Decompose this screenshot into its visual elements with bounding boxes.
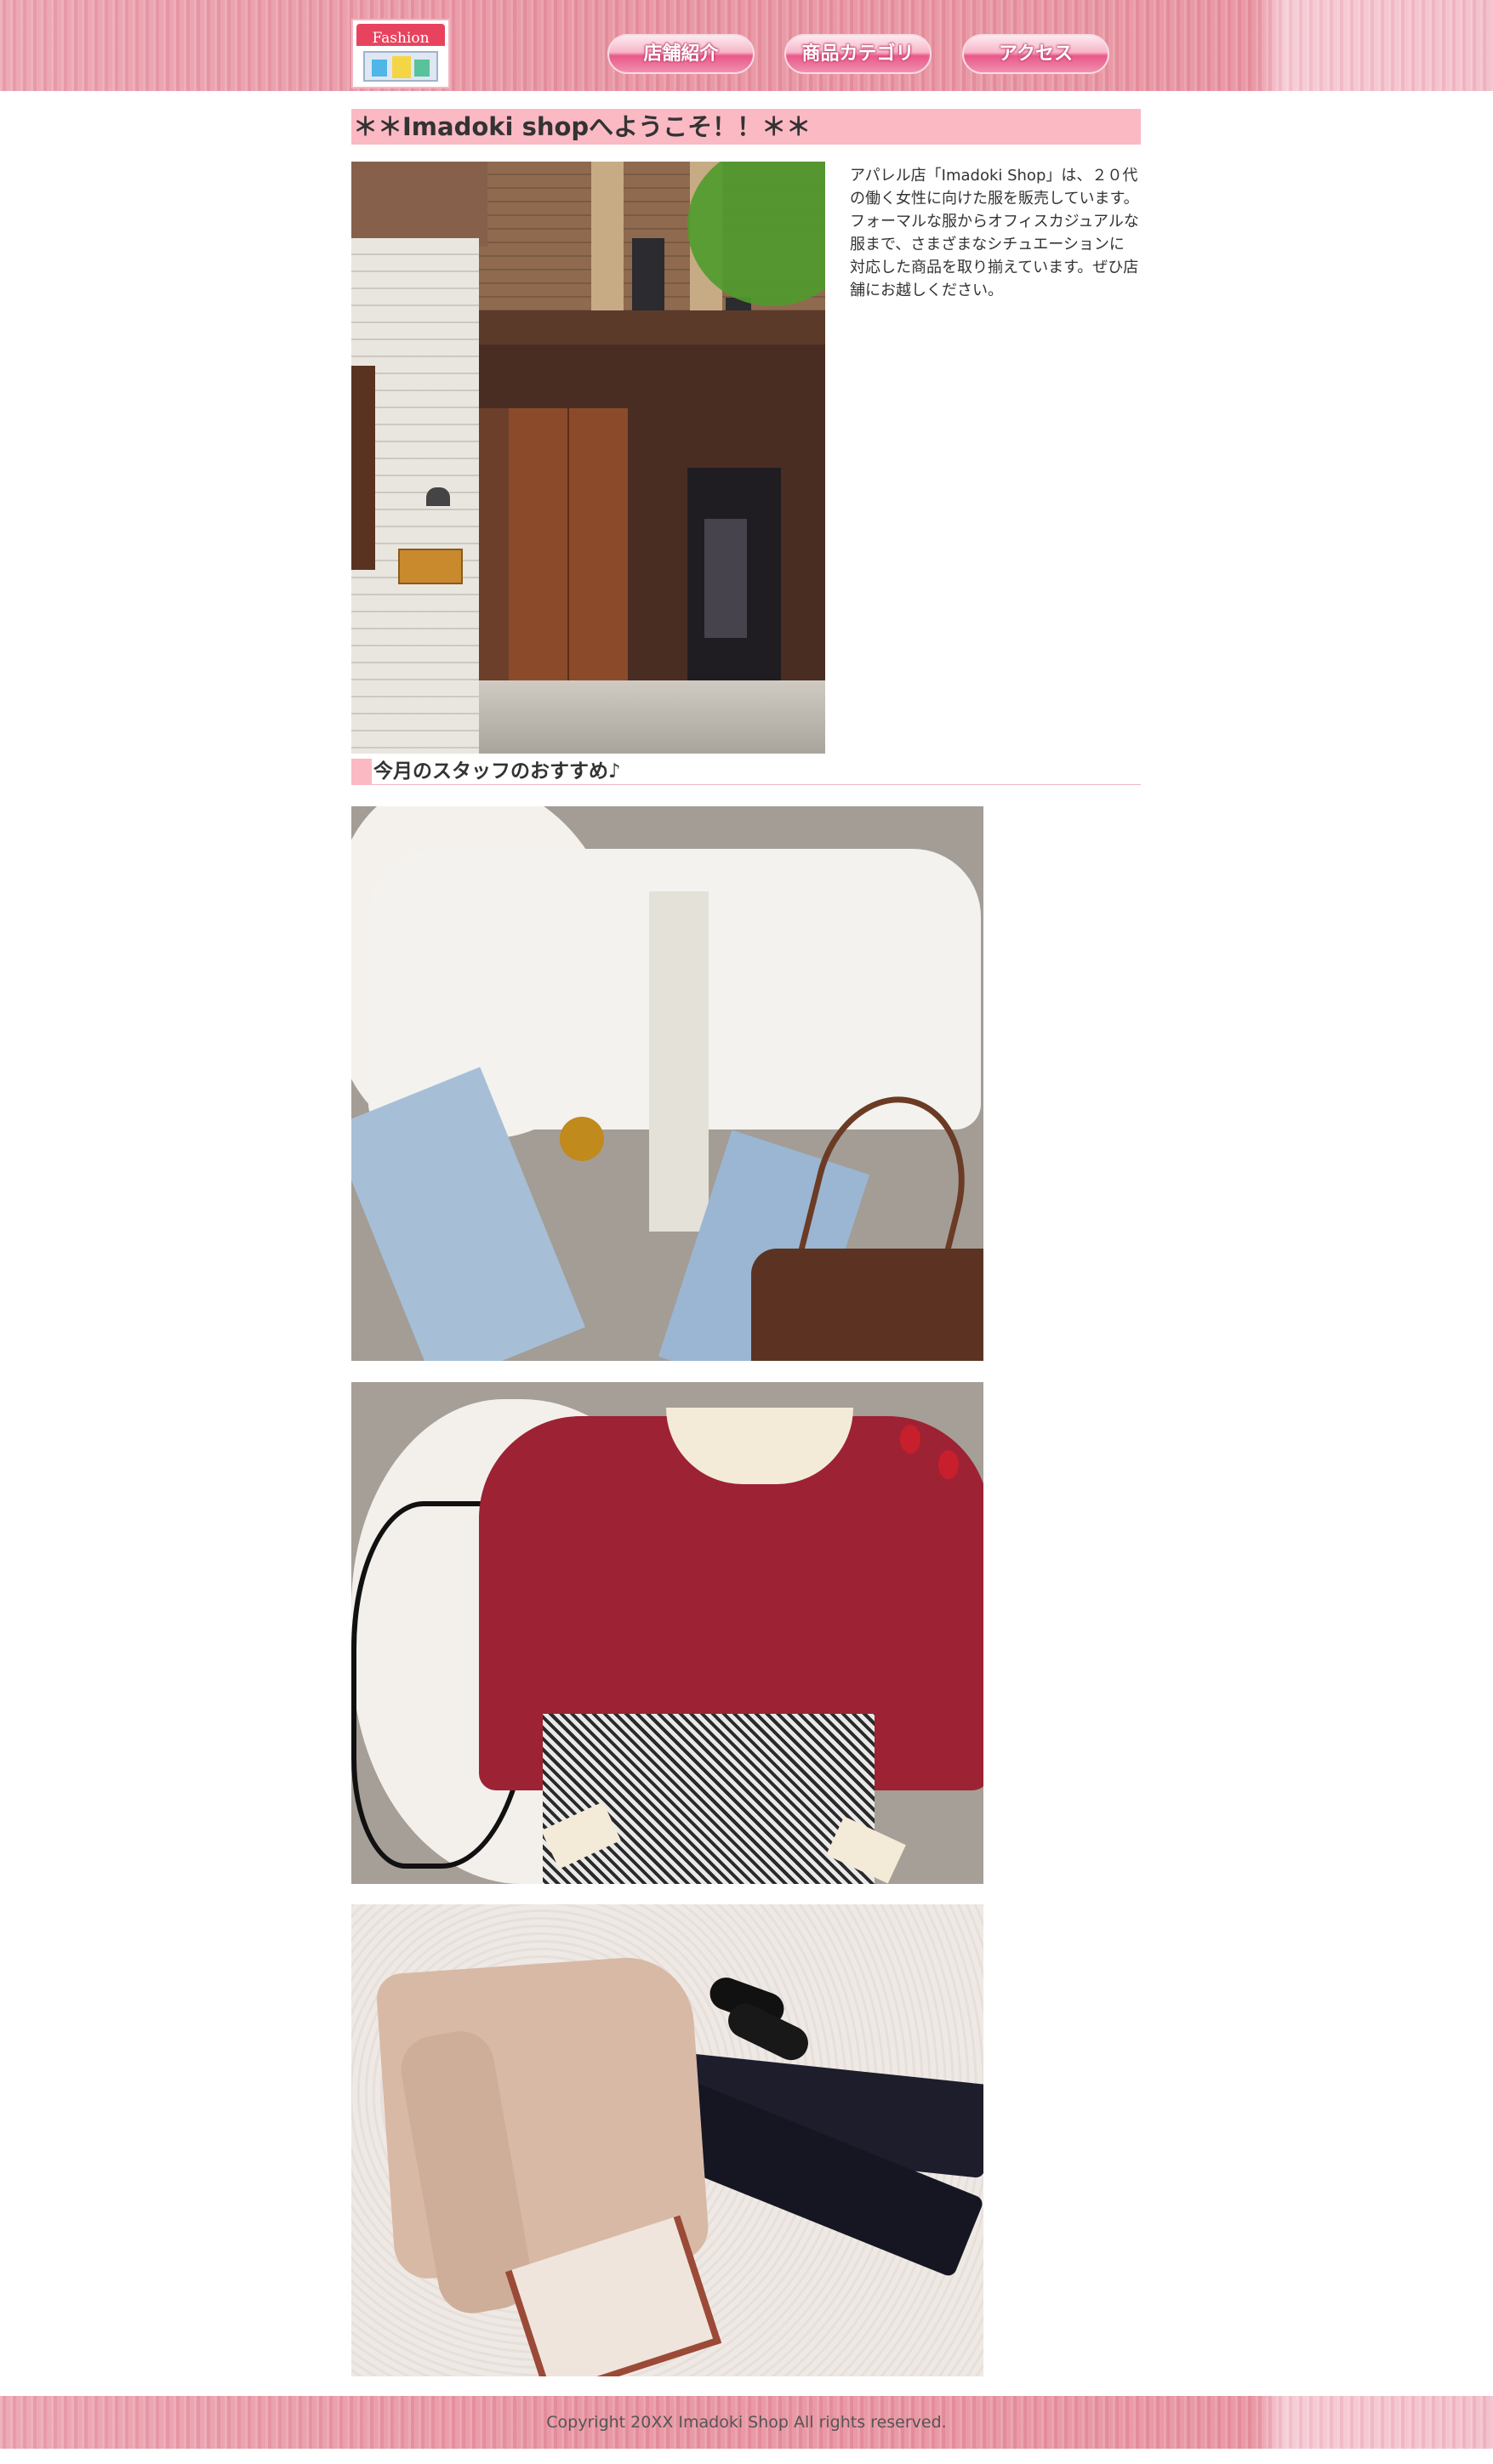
copyright-text: Copyright 20XX Imadoki Shop All rights r… — [546, 2413, 947, 2432]
outfit-photo-1 — [351, 806, 983, 1361]
nav-button-access[interactable]: アクセス — [962, 34, 1109, 74]
logo-text: Fashion — [372, 30, 430, 47]
heading-marker — [351, 759, 372, 785]
outfit-photo-3 — [351, 1904, 983, 2376]
intro-paragraph: アパレル店「Imadoki Shop」は、２０代の働く女性に向けた服を販売してい… — [850, 167, 1139, 208]
staff-recommend-heading: 今月のスタッフのおすすめ♪ — [351, 759, 1141, 785]
page-title: ＊＊Imadoki shopへようこそ！！＊＊ — [351, 109, 1141, 145]
nav-button-store-intro[interactable]: 店舗紹介 — [607, 34, 755, 74]
logo-awning: Fashion — [356, 24, 445, 47]
shop-logo[interactable]: Fashion — [351, 19, 450, 88]
shop-introduction: アパレル店「Imadoki Shop」は、２０代の働く女性に向けた服を販売してい… — [850, 164, 1139, 302]
intro-paragraph: フォーマルな服からオフィスカジュアルな服まで、さまざまなシチュエーションに対応し… — [850, 213, 1139, 299]
nav-button-product-category[interactable]: 商品カテゴリ — [784, 34, 932, 74]
outfit-photo-2 — [351, 1382, 983, 1884]
logo-shop-icon — [363, 51, 438, 82]
staff-recommend-label: 今月のスタッフのおすすめ♪ — [373, 760, 621, 782]
storefront-photo — [351, 162, 825, 754]
